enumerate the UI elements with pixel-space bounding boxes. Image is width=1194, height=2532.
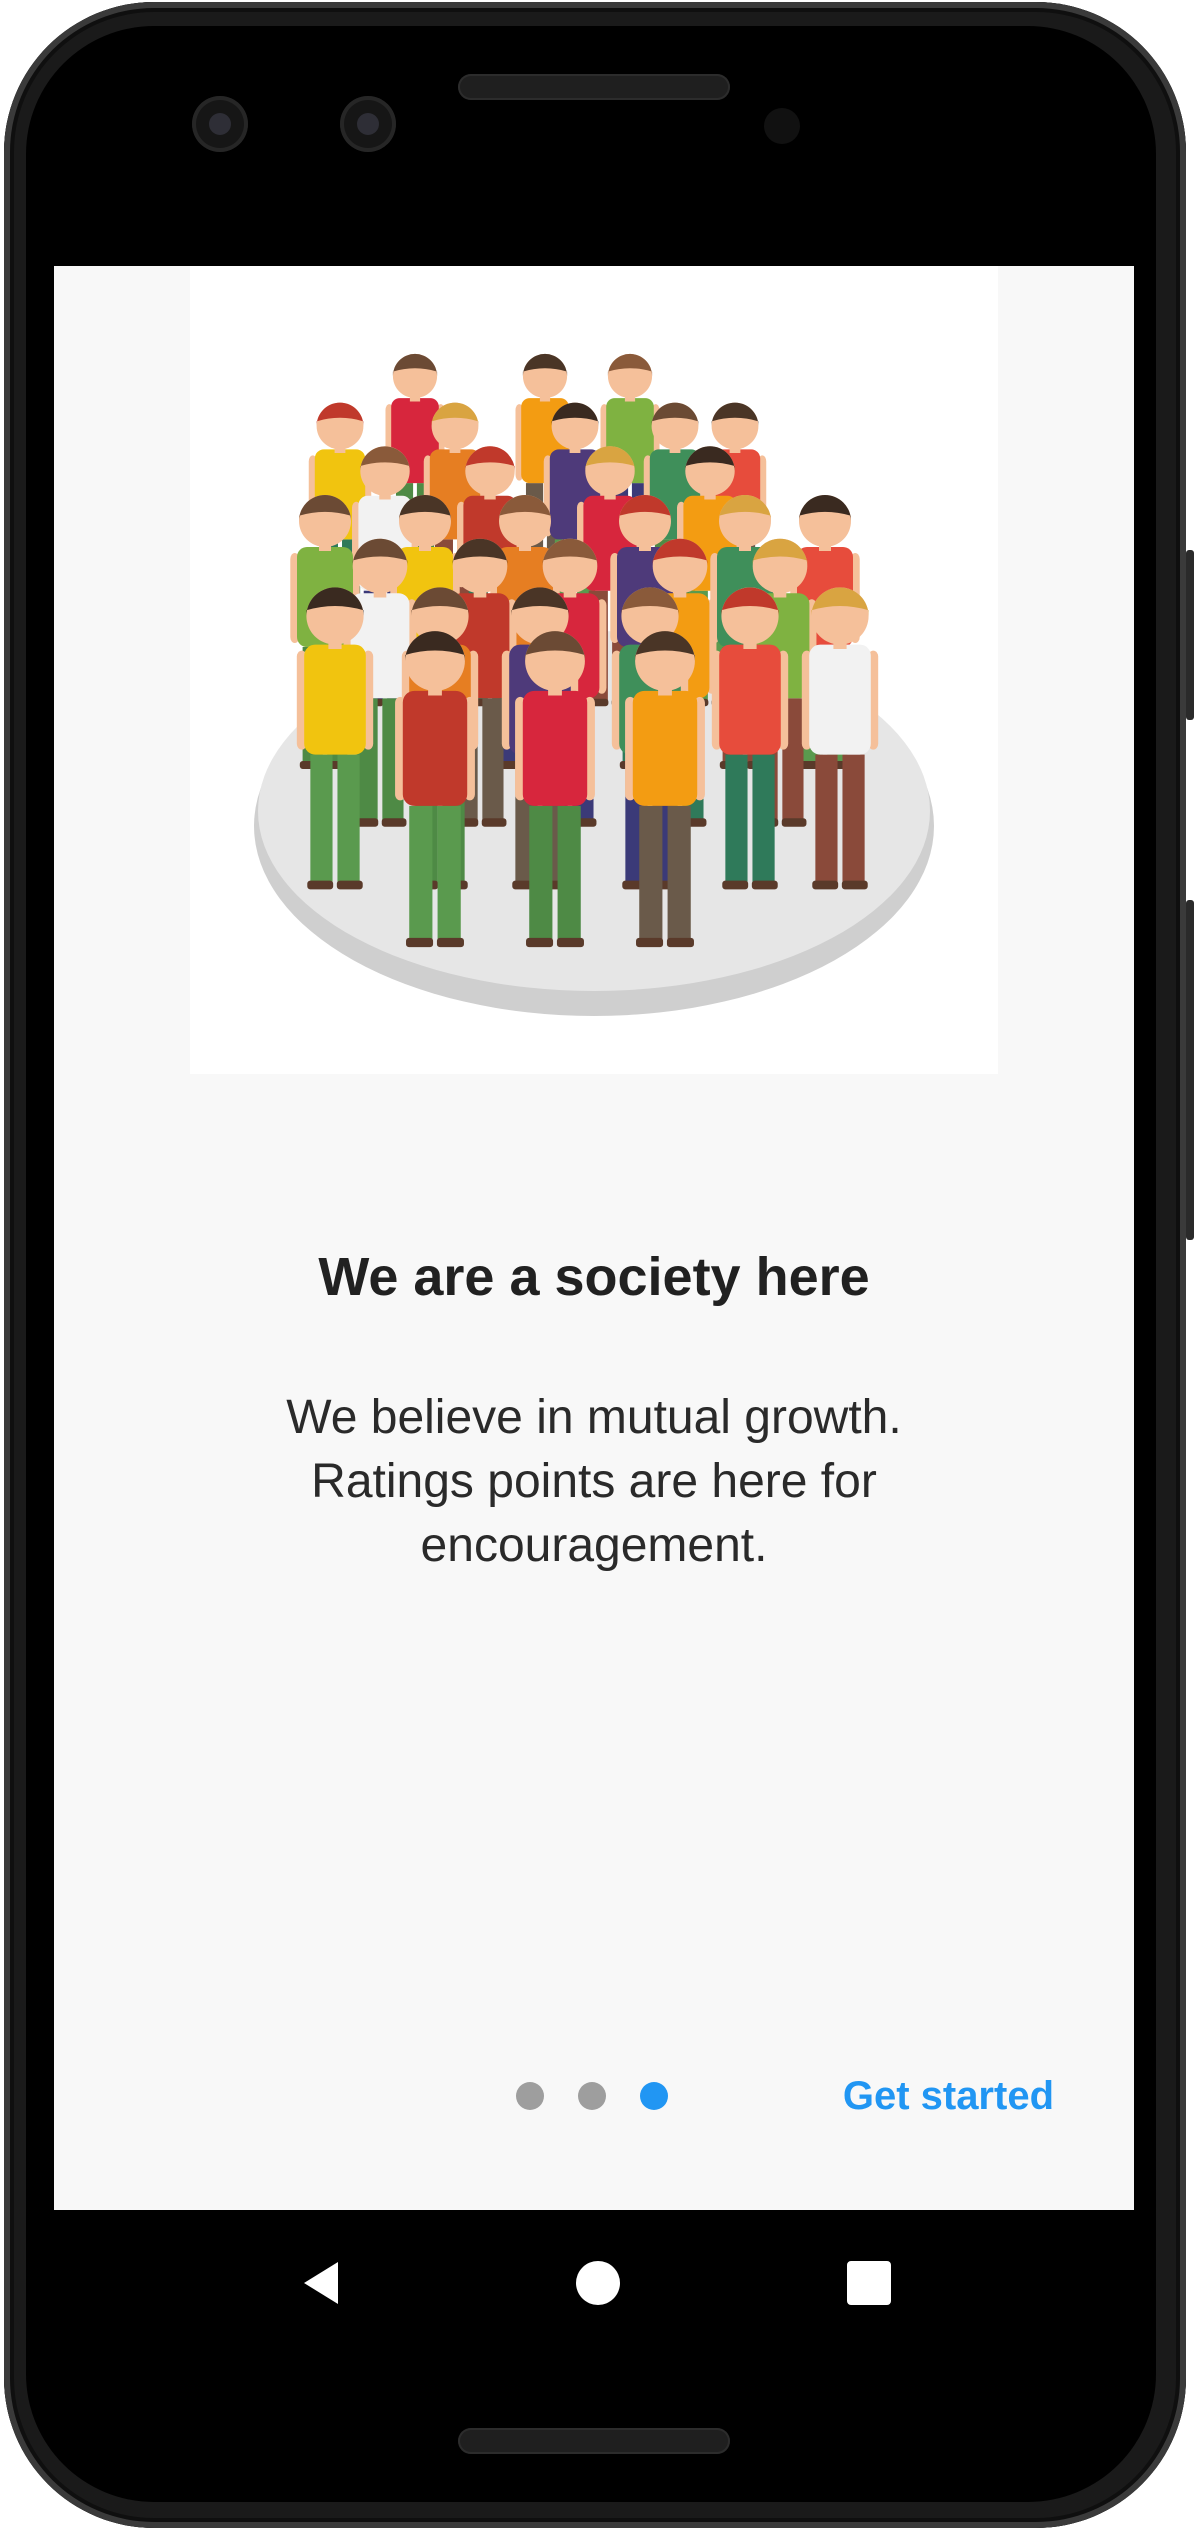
proximity-sensor xyxy=(764,108,800,144)
page-dot xyxy=(516,2082,544,2110)
onboarding-title: We are a society here xyxy=(318,1247,870,1307)
onboarding-description: We believe in mutual growth. Ratings poi… xyxy=(286,1391,902,1572)
earpiece-speaker xyxy=(458,74,730,100)
phone-frame: We are a society here We believe in mutu… xyxy=(0,0,1194,2532)
front-camera-icon xyxy=(192,96,248,152)
volume-button xyxy=(1186,900,1194,1240)
crowd-illustration xyxy=(254,353,934,1016)
page-dot-active xyxy=(640,2082,668,2110)
system-navigation-bar xyxy=(54,2210,1134,2356)
onboarding-screen: We are a society here We believe in mutu… xyxy=(54,266,1134,2210)
power-button xyxy=(1186,550,1194,720)
bottom-speaker xyxy=(458,2428,730,2454)
recents-icon[interactable] xyxy=(844,2258,894,2308)
home-icon[interactable] xyxy=(573,2258,623,2308)
page-dot xyxy=(578,2082,606,2110)
hero-illustration xyxy=(190,266,998,1074)
status-bar xyxy=(54,196,1134,266)
screen: We are a society here We believe in mutu… xyxy=(54,196,1134,2356)
back-icon[interactable] xyxy=(298,2258,348,2308)
front-camera-icon xyxy=(340,96,396,152)
get-started-button[interactable]: Get started xyxy=(814,2074,1054,2118)
